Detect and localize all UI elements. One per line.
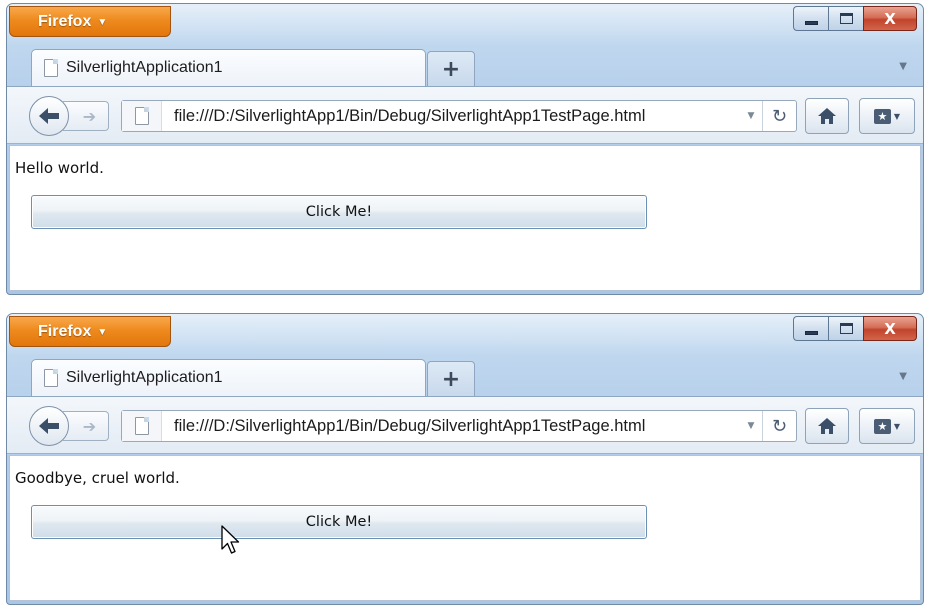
back-arrow-icon xyxy=(39,108,59,124)
page-icon xyxy=(134,417,149,435)
plus-icon: + xyxy=(441,366,461,392)
minimize-icon xyxy=(804,20,818,25)
browser-window-after: Firefox ▼ X SilverlightApplication1 + ▼ … xyxy=(6,313,924,605)
new-tab-button[interactable]: + xyxy=(427,51,475,86)
close-icon: X xyxy=(884,9,896,28)
site-identity-button[interactable] xyxy=(122,411,162,441)
maximize-button[interactable] xyxy=(828,316,863,341)
back-arrow-icon xyxy=(39,418,59,434)
bookmarks-icon: ★ xyxy=(873,418,891,434)
tab-title: SilverlightApplication1 xyxy=(66,369,223,386)
tab-title: SilverlightApplication1 xyxy=(66,59,223,76)
firefox-menu-caret-icon: ▼ xyxy=(97,17,108,28)
list-all-tabs-button[interactable]: ▼ xyxy=(899,61,907,72)
page-icon xyxy=(44,369,58,387)
browser-window-before: Firefox ▼ X SilverlightApplication1 + ▼ … xyxy=(6,3,924,295)
url-history-dropdown[interactable]: ▼ xyxy=(740,421,762,431)
home-button[interactable] xyxy=(805,408,849,444)
reload-button[interactable]: ↻ xyxy=(762,101,796,131)
close-button[interactable]: X xyxy=(863,6,917,31)
url-bar[interactable]: file:///D:/SilverlightApp1/Bin/Debug/Sil… xyxy=(121,410,797,442)
minimize-button[interactable] xyxy=(793,6,828,31)
maximize-icon xyxy=(839,13,853,24)
plus-icon: + xyxy=(441,56,461,82)
back-button[interactable] xyxy=(29,406,69,446)
url-bar[interactable]: file:///D:/SilverlightApp1/Bin/Debug/Sil… xyxy=(121,100,797,132)
minimize-icon xyxy=(804,330,818,335)
chevron-down-icon: ▼ xyxy=(893,111,901,121)
maximize-button[interactable] xyxy=(828,6,863,31)
window-controls: X xyxy=(793,316,917,341)
site-identity-button[interactable] xyxy=(122,101,162,131)
click-me-button[interactable]: Click Me! xyxy=(31,505,647,539)
reload-icon: ↻ xyxy=(771,105,788,127)
close-button[interactable]: X xyxy=(863,316,917,341)
navigation-toolbar: ➔ file:///D:/SilverlightApp1/Bin/Debug/S… xyxy=(7,396,923,454)
maximize-icon xyxy=(839,323,853,334)
url-history-dropdown[interactable]: ▼ xyxy=(740,111,762,121)
home-icon xyxy=(818,108,836,124)
reload-icon: ↻ xyxy=(771,415,788,437)
close-icon: X xyxy=(884,319,896,338)
mouse-cursor-icon xyxy=(221,525,240,554)
chevron-down-icon: ▼ xyxy=(893,421,901,431)
forward-button[interactable]: ➔ xyxy=(63,101,109,131)
url-text: file:///D:/SilverlightApp1/Bin/Debug/Sil… xyxy=(174,106,646,125)
navigation-toolbar: ➔ file:///D:/SilverlightApp1/Bin/Debug/S… xyxy=(7,86,923,144)
window-controls: X xyxy=(793,6,917,31)
bookmarks-button[interactable]: ★ ▼ xyxy=(859,408,915,444)
page-icon xyxy=(134,107,149,125)
firefox-menu-label: Firefox xyxy=(38,322,92,340)
click-me-button[interactable]: Click Me! xyxy=(31,195,647,229)
reload-button[interactable]: ↻ xyxy=(762,411,796,441)
forward-arrow-icon: ➔ xyxy=(82,416,97,436)
minimize-button[interactable] xyxy=(793,316,828,341)
tab-silverlightapplication1[interactable]: SilverlightApplication1 xyxy=(31,49,426,86)
home-icon xyxy=(818,418,836,434)
forward-button[interactable]: ➔ xyxy=(63,411,109,441)
new-tab-button[interactable]: + xyxy=(427,361,475,396)
message-text: Hello world. xyxy=(15,159,104,177)
home-button[interactable] xyxy=(805,98,849,134)
firefox-menu-button[interactable]: Firefox ▼ xyxy=(9,6,171,37)
firefox-menu-caret-icon: ▼ xyxy=(97,327,108,338)
forward-arrow-icon: ➔ xyxy=(82,106,97,126)
message-text: Goodbye, cruel world. xyxy=(15,469,180,487)
firefox-menu-button[interactable]: Firefox ▼ xyxy=(9,316,171,347)
page-icon xyxy=(44,59,58,77)
bookmarks-icon: ★ xyxy=(873,108,891,124)
page-content: Hello world. Click Me! xyxy=(9,145,921,291)
page-content: Goodbye, cruel world. Click Me! xyxy=(9,455,921,601)
list-all-tabs-button[interactable]: ▼ xyxy=(899,371,907,382)
back-button[interactable] xyxy=(29,96,69,136)
bookmarks-button[interactable]: ★ ▼ xyxy=(859,98,915,134)
tab-silverlightapplication1[interactable]: SilverlightApplication1 xyxy=(31,359,426,396)
url-text: file:///D:/SilverlightApp1/Bin/Debug/Sil… xyxy=(174,416,646,435)
firefox-menu-label: Firefox xyxy=(38,12,92,30)
